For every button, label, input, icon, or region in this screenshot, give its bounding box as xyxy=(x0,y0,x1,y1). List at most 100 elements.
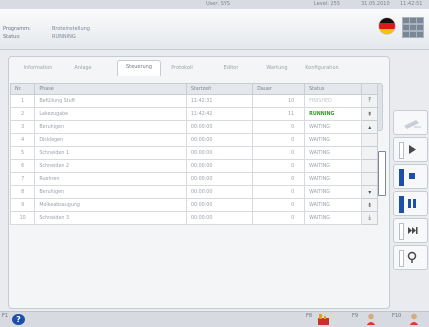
cell-phase: Schneiden 3 xyxy=(34,211,187,225)
scroll-track[interactable] xyxy=(361,159,378,173)
program-value: Broteinstellung xyxy=(52,26,90,32)
cell-dauer: 10 xyxy=(252,94,306,108)
tab-steuerung[interactable]: Steuerung xyxy=(117,60,161,76)
help-icon[interactable]: ? xyxy=(12,314,25,325)
table-row[interactable]: 10 Schneiden 3 00:00:00 0 WAITING ⤓ xyxy=(9,211,378,225)
col-nr: Nr. xyxy=(9,83,36,95)
cell-nr: 4 xyxy=(9,133,36,147)
cell-nr: 1 xyxy=(9,94,36,108)
cell-phase: Schneiden 2 xyxy=(34,159,187,173)
scroll-track[interactable] xyxy=(361,133,378,147)
cell-start: 00:00:00 xyxy=(185,133,254,147)
cell-status: WAITING xyxy=(304,159,363,173)
table-row[interactable]: 2 Lakezugabe 11:42:42 11 RUNNING ⇞ xyxy=(9,107,378,121)
level-text: Level: 255 xyxy=(314,1,341,7)
inspect-button[interactable] xyxy=(393,245,428,270)
status-label: Status: xyxy=(3,34,21,40)
scroll-thumb[interactable] xyxy=(378,151,386,196)
cell-start: 00:00:00 xyxy=(185,211,254,225)
table-row[interactable]: 3 Beruhigen 00:00:00 0 WAITING ▴ xyxy=(9,120,378,134)
col-status: Status xyxy=(304,83,363,95)
skip-icon xyxy=(408,227,418,234)
control-sidebar xyxy=(393,110,429,285)
table-row[interactable]: 4 Dicklegen 00:00:00 0 WAITING xyxy=(9,133,378,147)
table-row[interactable]: 9 Molkeabsaugung 00:00:00 0 WAITING ⇟ xyxy=(9,198,378,212)
scroll-bottom-icon[interactable]: ⤓ xyxy=(361,211,378,225)
table-row[interactable]: 8 Beruhigen 00:00:00 0 WAITING ▾ xyxy=(9,185,378,199)
page-up-icon[interactable]: ⇞ xyxy=(361,107,378,121)
table-row[interactable]: 5 Schneiden 1 00:00:00 0 WAITING xyxy=(9,146,378,160)
cell-nr: 10 xyxy=(9,211,36,225)
col-phase: Phase xyxy=(34,83,187,95)
cell-phase: Schneiden 1 xyxy=(34,146,187,160)
factory-icon[interactable] xyxy=(317,313,329,325)
table-row[interactable]: 6 Schneiden 2 00:00:00 0 WAITING xyxy=(9,159,378,173)
scroll-top-icon[interactable]: ⤒ xyxy=(361,94,378,108)
pause-button[interactable] xyxy=(393,191,428,216)
date-text: 31.05.2010 xyxy=(361,1,390,7)
f1-label: F1 xyxy=(2,313,9,319)
cell-phase: Dicklegen xyxy=(34,133,187,147)
user-logout-icon[interactable] xyxy=(408,313,420,325)
scroll-down-icon[interactable]: ▾ xyxy=(361,185,378,199)
cell-nr: 8 xyxy=(9,185,36,199)
cell-start: 00:00:00 xyxy=(185,185,254,199)
cell-start: 11:42:31 xyxy=(185,94,254,108)
page-down-icon[interactable]: ⇟ xyxy=(361,198,378,212)
cell-nr: 6 xyxy=(9,159,36,173)
tab-anlage[interactable]: Anlage xyxy=(67,62,99,75)
pause-icon xyxy=(408,199,416,208)
f10-label: F10 xyxy=(392,313,402,319)
stop-button[interactable] xyxy=(393,164,428,189)
tab-konfiguration[interactable]: Konfiguration xyxy=(299,62,345,75)
cell-start: 00:00:00 xyxy=(185,172,254,186)
cell-start: 00:00:00 xyxy=(185,198,254,212)
cell-nr: 3 xyxy=(9,120,36,134)
edit-icon xyxy=(404,120,421,129)
pause-button-disabled[interactable] xyxy=(393,110,428,135)
tab-protokoll[interactable]: Protokoll xyxy=(164,62,200,75)
tab-editor[interactable]: Editor xyxy=(217,62,245,75)
cell-phase: Molkeabsaugung xyxy=(34,198,187,212)
cell-dauer: 0 xyxy=(252,159,306,173)
cell-status: WAITING xyxy=(304,133,363,147)
phase-table: Nr. Phase Startzeit Dauer Status 1 Befül… xyxy=(9,83,378,225)
play-button[interactable] xyxy=(393,137,428,162)
time-text: 11:42:51 xyxy=(400,1,423,7)
col-startzeit: Startzeit xyxy=(185,83,254,95)
cell-start: 11:42:42 xyxy=(185,107,254,121)
cell-nr: 2 xyxy=(9,107,36,121)
tab-information[interactable]: Information xyxy=(19,62,57,75)
cell-phase: Beruhigen xyxy=(34,120,187,134)
user-icon[interactable] xyxy=(365,313,377,325)
cell-dauer: 11 xyxy=(252,107,306,121)
cell-phase: Befüllung Stuft xyxy=(34,94,187,108)
scroll-track[interactable] xyxy=(361,172,378,186)
cell-start: 00:00:00 xyxy=(185,159,254,173)
cell-status: WAITING xyxy=(304,185,363,199)
tab-wartung[interactable]: Wartung xyxy=(261,62,293,75)
cell-phase: Beruhigen xyxy=(34,185,187,199)
cell-phase: Lakezugabe xyxy=(34,107,187,121)
scroll-track[interactable] xyxy=(361,146,378,160)
flag-de-icon[interactable] xyxy=(379,18,395,34)
cell-status: WAITING xyxy=(304,211,363,225)
play-icon xyxy=(409,145,416,154)
cell-start: 00:00:00 xyxy=(185,120,254,134)
f9-label: F9 xyxy=(352,313,359,319)
cell-nr: 5 xyxy=(9,146,36,160)
scroll-up-icon[interactable]: ▴ xyxy=(361,120,378,134)
header: Programm: Broteinstellung Status: RUNNIN… xyxy=(0,9,429,50)
table-row[interactable]: 7 Ruehren 00:00:00 0 WAITING xyxy=(9,172,378,186)
cell-dauer: 0 xyxy=(252,133,306,147)
grid-icon[interactable] xyxy=(402,17,424,38)
cell-dauer: 0 xyxy=(252,211,306,225)
skip-button[interactable] xyxy=(393,218,428,243)
cell-status: WAITING xyxy=(304,172,363,186)
cell-start: 00:00:00 xyxy=(185,146,254,160)
table-header-row: Nr. Phase Startzeit Dauer Status xyxy=(9,83,378,95)
table-row[interactable]: 1 Befüllung Stuft 11:42:31 10 FINISHED ⤒ xyxy=(9,94,378,108)
f8-label: F8 xyxy=(306,313,313,319)
tab-bar: Information Anlage Steuerung Protokoll E… xyxy=(9,57,389,76)
search-icon xyxy=(407,251,417,263)
